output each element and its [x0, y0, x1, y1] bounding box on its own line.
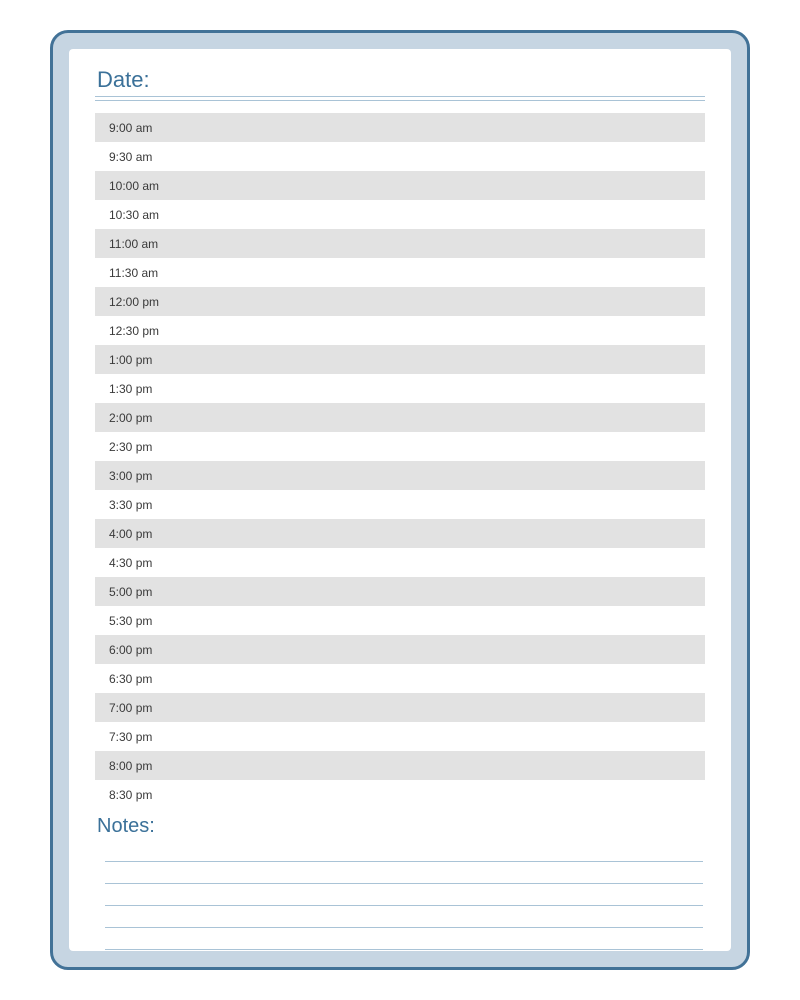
time-label: 8:00 pm: [109, 759, 152, 773]
time-row: 2:00 pm: [95, 403, 705, 432]
time-row: 9:00 am: [95, 113, 705, 142]
time-label: 2:00 pm: [109, 411, 152, 425]
time-label: 1:30 pm: [109, 382, 152, 396]
time-label: 4:00 pm: [109, 527, 152, 541]
time-label: 9:30 am: [109, 150, 152, 164]
time-label: 10:30 am: [109, 208, 159, 222]
time-row: 5:00 pm: [95, 577, 705, 606]
date-heading: Date:: [95, 67, 705, 93]
time-label: 1:00 pm: [109, 353, 152, 367]
time-label: 2:30 pm: [109, 440, 152, 454]
time-row: 4:30 pm: [95, 548, 705, 577]
time-label: 9:00 am: [109, 121, 152, 135]
time-label: 3:30 pm: [109, 498, 152, 512]
time-row: 11:00 am: [95, 229, 705, 258]
time-label: 7:00 pm: [109, 701, 152, 715]
time-label: 5:30 pm: [109, 614, 152, 628]
note-line: [105, 884, 703, 906]
note-line: [105, 906, 703, 928]
time-row: 8:30 pm: [95, 780, 705, 809]
time-row: 3:30 pm: [95, 490, 705, 519]
time-row: 5:30 pm: [95, 606, 705, 635]
time-label: 3:00 pm: [109, 469, 152, 483]
time-row: 7:30 pm: [95, 722, 705, 751]
time-row: 1:30 pm: [95, 374, 705, 403]
time-label: 6:30 pm: [109, 672, 152, 686]
date-underline-1: [95, 96, 705, 97]
time-row: 2:30 pm: [95, 432, 705, 461]
time-label: 8:30 pm: [109, 788, 152, 802]
time-label: 11:30 am: [109, 266, 158, 280]
note-line: [105, 928, 703, 950]
time-row: 12:30 pm: [95, 316, 705, 345]
time-row: 9:30 am: [95, 142, 705, 171]
time-label: 4:30 pm: [109, 556, 152, 570]
date-underline-2: [95, 100, 705, 101]
planner-outer-frame: Date: 9:00 am 9:30 am 10:00 am 10:30 am 11:0…: [50, 30, 750, 970]
note-line: [105, 840, 703, 862]
time-row: 4:00 pm: [95, 519, 705, 548]
time-row: 3:00 pm: [95, 461, 705, 490]
time-row: 8:00 pm: [95, 751, 705, 780]
time-label: 12:30 pm: [109, 324, 159, 338]
time-label: 7:30 pm: [109, 730, 152, 744]
planner-page: Date: 9:00 am 9:30 am 10:00 am 10:30 am 11:0…: [69, 49, 731, 951]
time-row: 11:30 am: [95, 258, 705, 287]
notes-area: [95, 840, 705, 950]
time-label: 10:00 am: [109, 179, 159, 193]
time-label: 6:00 pm: [109, 643, 152, 657]
time-row: 10:30 am: [95, 200, 705, 229]
schedule-list: 9:00 am 9:30 am 10:00 am 10:30 am 11:00 am 11…: [95, 113, 705, 809]
note-line: [105, 862, 703, 884]
time-row: 6:30 pm: [95, 664, 705, 693]
time-label: 11:00 am: [109, 237, 158, 251]
notes-heading: Notes:: [95, 815, 705, 838]
time-row: 1:00 pm: [95, 345, 705, 374]
time-label: 12:00 pm: [109, 295, 159, 309]
time-row: 10:00 am: [95, 171, 705, 200]
time-row: 12:00 pm: [95, 287, 705, 316]
time-row: 7:00 pm: [95, 693, 705, 722]
time-label: 5:00 pm: [109, 585, 152, 599]
time-row: 6:00 pm: [95, 635, 705, 664]
